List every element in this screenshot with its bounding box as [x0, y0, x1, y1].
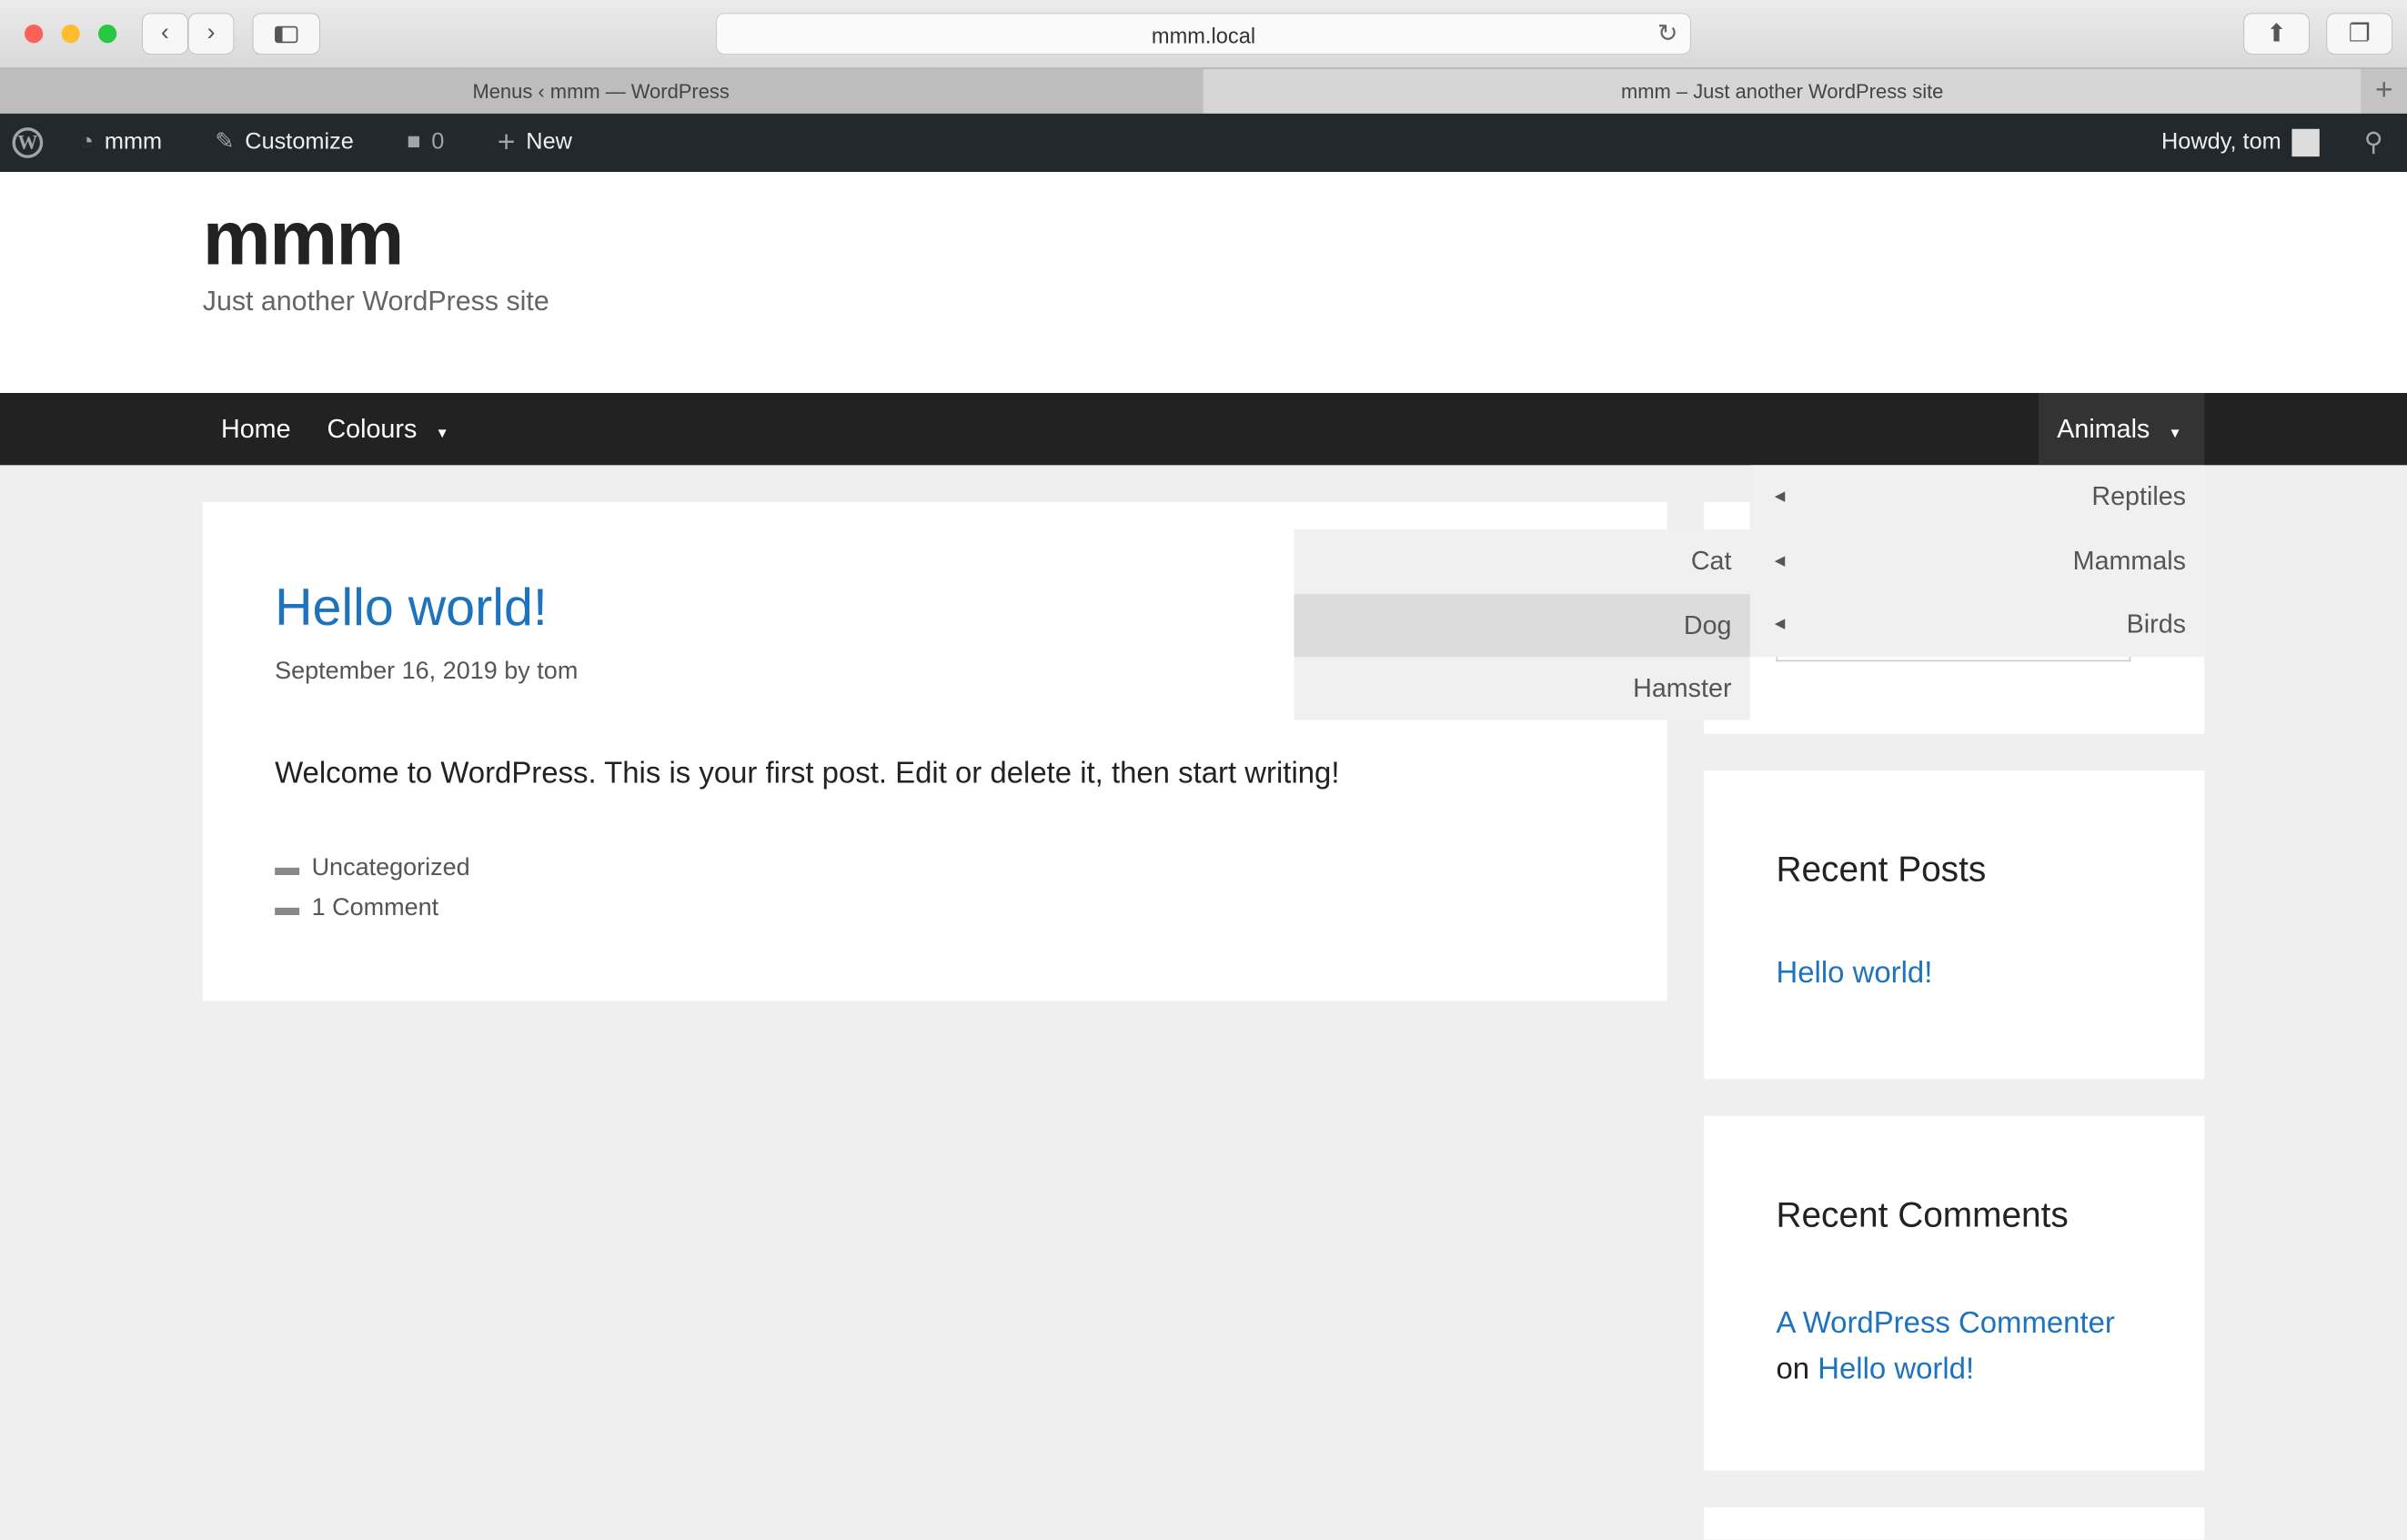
wp-admin-bar: W ◔ mmm ✎ Customize ■ 0 + New Howdy, tom ⚲	[0, 113, 2407, 172]
howdy-text: Howdy, tom	[2161, 128, 2281, 156]
share-button[interactable]: ⬆	[2244, 14, 2309, 55]
comments-link[interactable]: 1 Comment	[312, 895, 439, 922]
post-category: ▬ Uncategorized	[275, 855, 470, 882]
customize-link[interactable]: ✎ Customize	[215, 114, 354, 172]
post-comments: ▬ 1 Comment	[275, 895, 438, 922]
dashboard-icon: ◔	[79, 128, 95, 156]
caret-left-icon: ◀	[1774, 488, 1786, 504]
caret-down-icon: ▼	[2168, 425, 2182, 441]
title-bar: ‹ › mmm.local ↻ ⬆ ❐	[0, 0, 2407, 68]
comments-link[interactable]: ■ 0	[407, 114, 444, 172]
recent-post-link[interactable]: Hello world!	[1776, 956, 1932, 991]
nav-label: Animals	[2057, 414, 2150, 444]
new-label: New	[526, 128, 572, 156]
customize-label: Customize	[245, 128, 354, 156]
reload-icon[interactable]: ↻	[1657, 18, 1678, 49]
comment-post-link[interactable]: Hello world!	[1818, 1353, 1974, 1386]
browser-window: ‹ › mmm.local ↻ ⬆ ❐ Menus ‹ mmm — WordPre…	[0, 0, 2407, 1540]
caret-down-icon: ▼	[435, 425, 449, 441]
widget-title: Recent Comments	[1776, 1193, 2069, 1234]
close-window-button[interactable]	[25, 25, 44, 44]
post-title[interactable]: Hello world!	[275, 579, 548, 639]
wordpress-logo-icon: W	[12, 127, 44, 158]
post-author[interactable]: tom	[537, 659, 578, 685]
share-icon: ⬆	[2266, 21, 2287, 48]
tabs-icon: ❐	[2348, 21, 2371, 48]
mammals-submenu: Cat Dog Hamster	[1294, 529, 1750, 720]
paintbrush-icon: ✎	[215, 128, 235, 156]
tab-menus[interactable]: Menus ‹ mmm — WordPress	[0, 68, 1203, 114]
widget	[1704, 1507, 2205, 1540]
plus-icon: +	[497, 126, 516, 160]
forward-button[interactable]: ›	[188, 14, 234, 55]
chevron-right-icon: ›	[206, 19, 216, 46]
nav-item-animals[interactable]: Animals ▼	[2039, 393, 2205, 466]
post-meta: September 16, 2019 by tom	[275, 659, 578, 686]
show-tabs-button[interactable]: ❐	[2327, 14, 2392, 55]
new-tab-button[interactable]: +	[2361, 69, 2407, 114]
my-account-link[interactable]: Howdy, tom	[2161, 114, 2320, 172]
address-bar[interactable]: mmm.local ↻	[717, 14, 1690, 55]
recent-posts-widget: Recent Posts Hello world!	[1704, 770, 2205, 1080]
comment-author-link[interactable]: A WordPress Commenter	[1776, 1306, 2114, 1340]
wordpress-logo-button[interactable]: W	[12, 114, 44, 172]
main-navigation: Home Colours ▼ Animals ▼	[0, 393, 2407, 466]
post-date[interactable]: September 16, 2019	[275, 659, 498, 685]
search-button[interactable]: ⚲	[2364, 114, 2383, 172]
on-text: on	[1776, 1352, 1810, 1386]
submenu-item-cat[interactable]: Cat	[1294, 529, 1750, 593]
site-header: mmm Just another WordPress site	[0, 172, 2407, 393]
caret-left-icon: ◀	[1774, 615, 1786, 631]
submenu-item-dog[interactable]: Dog	[1294, 593, 1750, 658]
tab-site[interactable]: mmm – Just another WordPress site	[1204, 68, 2362, 114]
sidebar-icon	[275, 25, 298, 43]
chevron-left-icon: ‹	[160, 19, 169, 46]
avatar	[2291, 128, 2320, 157]
nav-label: Colours	[327, 414, 418, 444]
caret-left-icon: ◀	[1774, 551, 1786, 568]
zoom-window-button[interactable]	[98, 25, 117, 44]
minimize-window-button[interactable]	[61, 25, 80, 44]
submenu-item-birds[interactable]: ◀ Birds	[1750, 592, 2205, 656]
comment-bubble-icon: ■	[407, 128, 421, 156]
menu-label: Reptiles	[2091, 481, 2186, 511]
submenu-item-hamster[interactable]: Hamster	[1294, 657, 1750, 720]
by-text: by	[504, 658, 530, 685]
widget-title: Recent Posts	[1776, 849, 1987, 890]
site-title[interactable]: mmm	[203, 194, 405, 283]
recent-comments-widget: Recent Comments A WordPress Commenter on …	[1704, 1115, 2205, 1471]
search-icon: ⚲	[2363, 127, 2383, 157]
tab-bar: Menus ‹ mmm — WordPress mmm – Just anoth…	[0, 67, 2407, 114]
nav-item-home[interactable]: Home	[221, 393, 291, 465]
recent-comment: A WordPress Commenter on Hello world!	[1776, 1300, 2175, 1392]
animals-submenu: ◀ Reptiles ◀ Mammals ◀ Birds	[1749, 465, 2205, 658]
url-text: mmm.local	[1151, 23, 1256, 48]
site-name: mmm	[104, 128, 163, 156]
site-tagline: Just another WordPress site	[202, 285, 549, 317]
new-content-link[interactable]: + New	[498, 114, 572, 172]
comment-count: 0	[431, 128, 445, 156]
sidebar-toggle-button[interactable]	[253, 14, 319, 55]
category-link[interactable]: Uncategorized	[312, 855, 470, 882]
submenu-item-mammals[interactable]: ◀ Mammals	[1750, 528, 2205, 592]
submenu-item-reptiles[interactable]: ◀ Reptiles	[1750, 465, 2205, 528]
site-name-link[interactable]: ◔ mmm	[80, 114, 162, 172]
plus-icon: +	[2374, 74, 2393, 108]
menu-label: Mammals	[2072, 545, 2186, 575]
nav-item-colours[interactable]: Colours ▼	[327, 393, 448, 465]
post-content: Welcome to WordPress. This is your first…	[275, 756, 1340, 791]
menu-label: Birds	[2126, 609, 2186, 639]
back-button[interactable]: ‹	[142, 14, 187, 55]
comments-icon: ▬	[275, 894, 300, 921]
folder-icon: ▬	[275, 854, 300, 881]
